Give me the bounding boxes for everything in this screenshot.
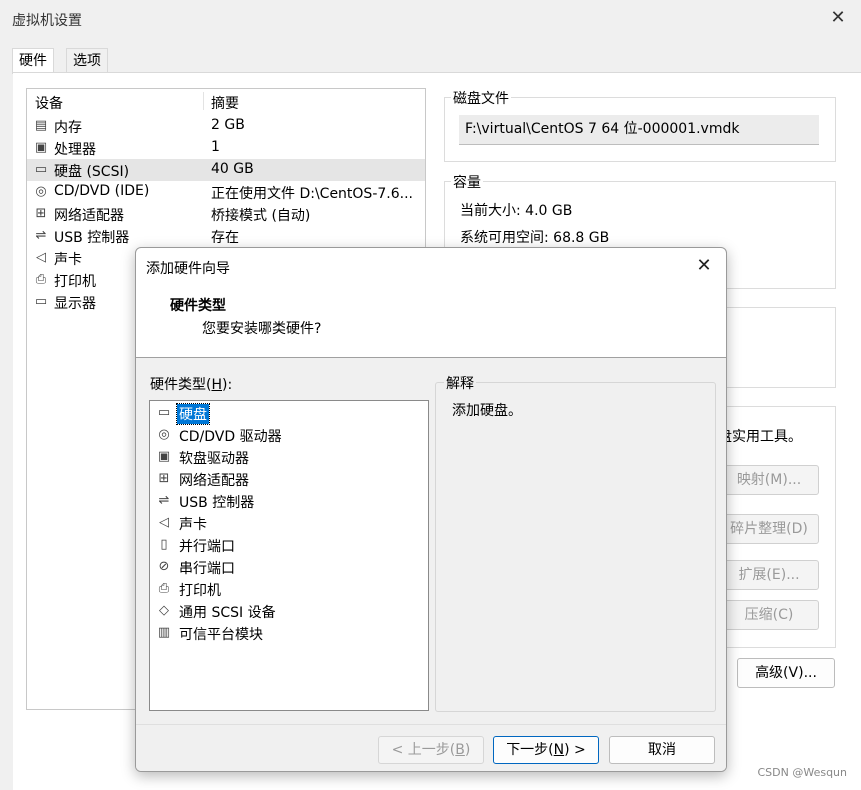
compact-button[interactable]: 压缩(C)	[719, 600, 819, 630]
hw-item-harddisk[interactable]: ▭ 硬盘	[150, 402, 428, 425]
close-icon[interactable]: ✕	[828, 8, 848, 28]
dialog-close-icon[interactable]: ✕	[692, 254, 716, 278]
floppy-icon: ▣	[157, 449, 171, 464]
cd-dvd-icon: ◎	[158, 427, 170, 442]
device-name: 硬盘 (SCSI)	[54, 164, 130, 180]
device-name: 声卡	[54, 252, 82, 268]
device-summary: 2 GB	[211, 117, 245, 133]
harddisk-icon: ▭	[157, 405, 171, 420]
hw-item-parallel[interactable]: ▯ 并行端口	[150, 534, 428, 556]
device-name: USB 控制器	[54, 230, 130, 246]
defragment-button[interactable]: 碎片整理(D)	[719, 514, 819, 544]
capacity-label: 容量	[451, 172, 483, 192]
usb-icon: ⇌	[158, 493, 170, 508]
printer-icon: ⎙	[35, 272, 47, 287]
device-summary: 正在使用文件 D:\CentOS-7.6...	[211, 186, 413, 202]
window-title: 虚拟机设置	[12, 13, 82, 29]
hw-item-scsi[interactable]: ◇ 通用 SCSI 设备	[150, 600, 428, 622]
serial-port-icon: ⊘	[158, 559, 170, 574]
device-row-processor[interactable]: ▣ 处理器 1	[27, 137, 425, 159]
hw-item-floppy[interactable]: ▣ 软盘驱动器	[150, 446, 428, 468]
explanation-label: 解释	[444, 373, 476, 393]
free-space: 系统可用空间: 68.8 GB	[460, 230, 610, 246]
device-name: CD/DVD (IDE)	[54, 183, 150, 199]
column-summary[interactable]: 摘要	[211, 93, 239, 113]
disk-file-field[interactable]: F:\virtual\CentOS 7 64 位-000001.vmdk	[459, 115, 819, 145]
device-name: 网络适配器	[54, 208, 124, 224]
hw-item-usb[interactable]: ⇌ USB 控制器	[150, 490, 428, 512]
hw-item-network[interactable]: ⊞ 网络适配器	[150, 468, 428, 490]
processor-icon: ▣	[34, 140, 48, 155]
device-summary: 40 GB	[211, 161, 254, 177]
device-name: 内存	[54, 120, 82, 136]
disk-file-label: 磁盘文件	[451, 88, 511, 108]
printer-icon: ⎙	[158, 581, 170, 596]
watermark: CSDN @Wesqun	[757, 766, 847, 779]
device-summary: 1	[211, 139, 220, 155]
device-row-usb[interactable]: ⇌ USB 控制器 存在	[27, 225, 425, 247]
device-summary: 存在	[211, 230, 239, 246]
advanced-button[interactable]: 高级(V)...	[737, 658, 835, 688]
device-row-cd-dvd[interactable]: ◎ CD/DVD (IDE) 正在使用文件 D:\CentOS-7.6...	[27, 181, 425, 203]
hw-item-tpm[interactable]: ▥ 可信平台模块	[150, 622, 428, 644]
device-name: 打印机	[54, 274, 96, 290]
hardware-type-list[interactable]: ▭ 硬盘 ◎ CD/DVD 驱动器 ▣ 软盘驱动器 ⊞ 网络适配器 ⇌ USB …	[149, 400, 429, 711]
scsi-device-icon: ◇	[159, 603, 169, 618]
sound-card-icon: ◁	[159, 515, 169, 530]
expand-button[interactable]: 扩展(E)...	[719, 560, 819, 590]
hw-item-serial[interactable]: ⊘ 串行端口	[150, 556, 428, 578]
device-list-header: 设备 摘要	[27, 89, 425, 113]
current-size: 当前大小: 4.0 GB	[460, 203, 573, 219]
display-icon: ▭	[34, 294, 48, 309]
wizard-step-subtitle: 您要安装哪类硬件?	[202, 321, 322, 337]
device-row-harddisk[interactable]: ▭ 硬盘 (SCSI) 40 GB	[27, 159, 425, 181]
device-row-memory[interactable]: ▤ 内存 2 GB	[27, 115, 425, 137]
network-adapter-icon: ⊞	[158, 471, 170, 486]
network-adapter-icon: ⊞	[35, 206, 47, 221]
tab-options[interactable]: 选项	[66, 48, 108, 73]
sound-card-icon: ◁	[36, 250, 46, 265]
wizard-step-title: 硬件类型	[170, 298, 226, 314]
tpm-icon: ▥	[157, 625, 171, 640]
disk-utilities-text: 盘实用工具。	[718, 429, 802, 445]
add-hardware-wizard-dialog: 添加硬件向导 ✕ 硬件类型 您要安装哪类硬件? 硬件类型(H): ▭ 硬盘 ◎ …	[135, 247, 727, 772]
column-device[interactable]: 设备	[35, 93, 63, 113]
hw-item-cd-dvd[interactable]: ◎ CD/DVD 驱动器	[150, 424, 428, 446]
cancel-button[interactable]: 取消	[609, 736, 715, 764]
hardware-type-label: 硬件类型(H):	[150, 377, 233, 393]
explanation-text: 添加硬盘。	[452, 403, 522, 419]
device-summary: 桥接模式 (自动)	[211, 208, 311, 224]
cd-dvd-icon: ◎	[35, 184, 47, 199]
memory-icon: ▤	[34, 118, 48, 133]
explanation-group	[435, 382, 716, 712]
usb-icon: ⇌	[35, 228, 47, 243]
next-button[interactable]: 下一步(N) >	[493, 736, 599, 764]
hw-item-printer[interactable]: ⎙ 打印机	[150, 578, 428, 600]
back-button[interactable]: < 上一步(B)	[378, 736, 484, 764]
wizard-body: 硬件类型(H): ▭ 硬盘 ◎ CD/DVD 驱动器 ▣ 软盘驱动器 ⊞ 网络适…	[136, 358, 726, 771]
device-name: 处理器	[54, 142, 96, 158]
device-row-network[interactable]: ⊞ 网络适配器 桥接模式 (自动)	[27, 203, 425, 225]
map-button[interactable]: 映射(M)...	[719, 465, 819, 495]
device-name: 显示器	[54, 296, 96, 312]
dialog-title: 添加硬件向导	[146, 261, 230, 277]
harddisk-icon: ▭	[34, 162, 48, 177]
hw-item-sound[interactable]: ◁ 声卡	[150, 512, 428, 534]
tab-hardware[interactable]: 硬件	[12, 48, 54, 74]
parallel-port-icon: ▯	[160, 537, 168, 552]
